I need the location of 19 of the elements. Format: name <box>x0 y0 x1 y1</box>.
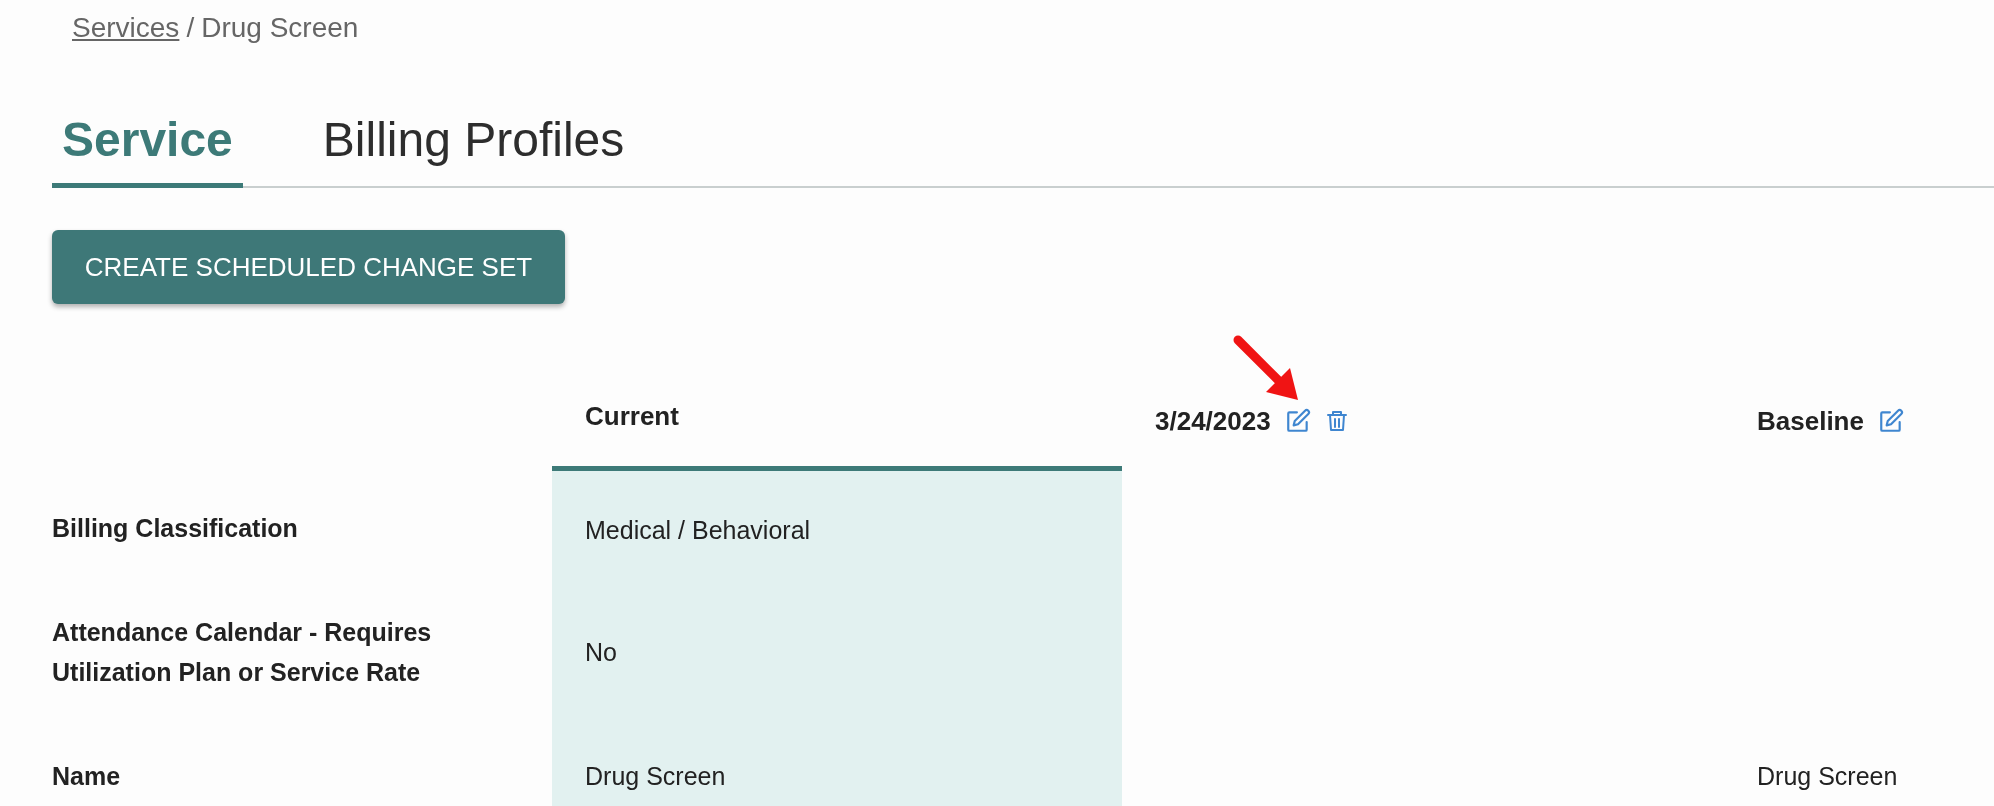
create-change-set-button[interactable]: CREATE SCHEDULED CHANGE SET <box>52 230 565 304</box>
edit-icon[interactable] <box>1284 408 1311 434</box>
column-header: Baseline <box>1757 405 1864 437</box>
column-header: Current <box>585 400 679 432</box>
cell-value: No <box>585 637 617 667</box>
breadcrumb-link[interactable]: Services <box>72 12 180 62</box>
row-label: Billing Classification <box>52 513 299 544</box>
tab[interactable]: Billing Profiles <box>312 106 635 188</box>
delete-icon[interactable] <box>1324 408 1349 434</box>
cell-value: Drug Screen <box>1757 761 1898 791</box>
breadcrumb-current: Drug Screen <box>201 12 359 45</box>
tab[interactable]: Service <box>52 106 243 188</box>
cell-value: Medical / Behavioral <box>585 516 811 545</box>
cell-value: Drug Screen <box>585 761 726 791</box>
row-label: Name <box>52 761 122 792</box>
breadcrumb-separator: / <box>186 12 195 45</box>
row-label: Attendance Calendar - Requires Utilization Plan or Service Rate <box>52 617 433 688</box>
edit-icon[interactable] <box>1877 408 1904 434</box>
column-header: 3/24/2023 <box>1155 405 1271 437</box>
